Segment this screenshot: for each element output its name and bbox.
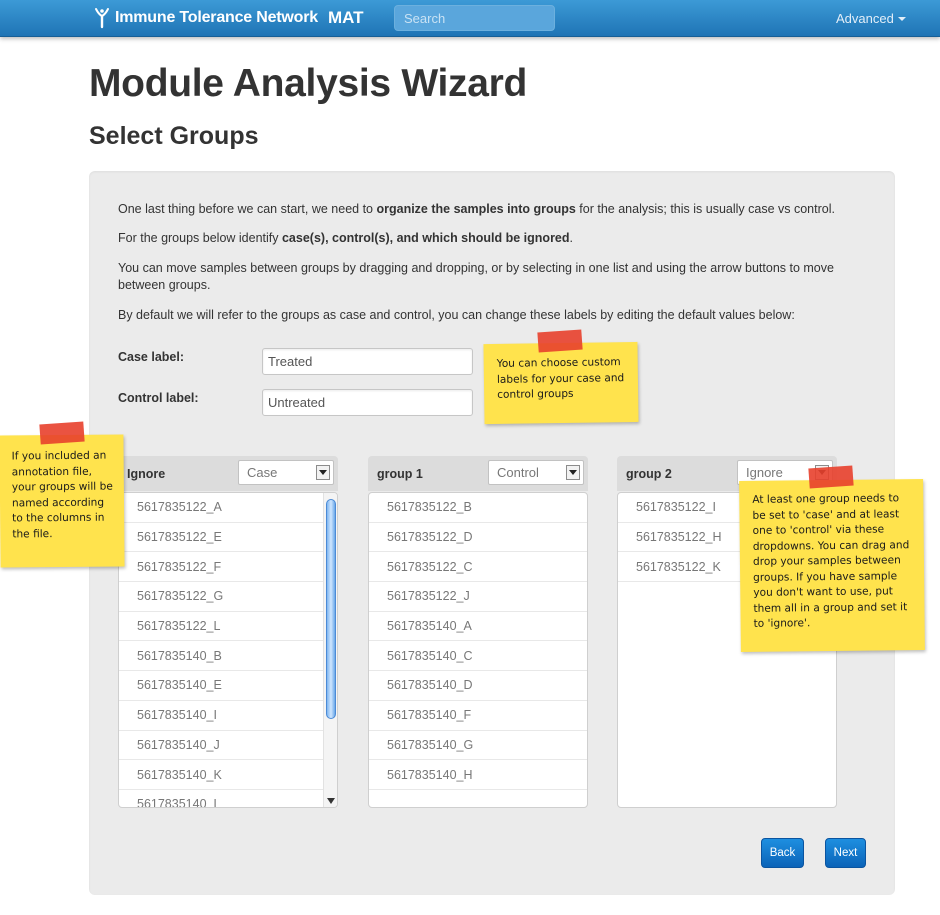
sample-item[interactable]: 5617835140_L [119,790,337,807]
intro-text: for the analysis; this is usually case v… [575,202,835,216]
scrollbar-thumb[interactable] [326,499,336,719]
navbar: Immune Tolerance Network MAT Advanced [0,0,940,37]
sample-item[interactable]: 5617835122_B [369,493,587,523]
sample-list-ignore[interactable]: 5617835122_A 5617835122_E 5617835122_F 5… [118,492,338,808]
advanced-menu-label: Advanced [836,11,894,26]
intro-paragraph-2: For the groups below identify case(s), c… [118,230,858,247]
intro-paragraph-1: One last thing before we can start, we n… [118,201,858,218]
sample-item[interactable]: 5617835140_I [119,701,337,731]
sample-item[interactable]: 5617835122_D [369,523,587,553]
help-note-text: You can choose custom labels for your ca… [496,356,625,401]
tape-decoration [39,421,85,445]
intro-paragraph-3: You can move samples between groups by d… [118,261,834,292]
group-type-select[interactable]: Control [488,460,584,485]
sample-item[interactable]: 5617835122_F [119,552,337,583]
itn-logo-icon [95,8,109,29]
help-note-text: If you included an annotation file, your… [11,449,113,540]
group-header-ignore: Ignore Case [118,456,338,491]
group-name: Ignore [127,467,166,481]
sample-item[interactable]: 5617835122_L [119,612,337,642]
brand[interactable]: Immune Tolerance Network MAT [94,6,364,30]
group-name: group 1 [377,467,423,481]
next-button[interactable]: Next [825,838,866,868]
group-type-select[interactable]: Case [238,460,334,485]
brand-name: Immune Tolerance Network [115,9,318,26]
page-title: Module Analysis Wizard [89,62,528,105]
sample-item[interactable]: 5617835122_G [119,582,337,612]
sample-item[interactable]: 5617835140_G [369,731,587,761]
case-label-input[interactable] [262,348,473,375]
sample-item[interactable]: 5617835140_C [369,641,587,672]
advanced-menu[interactable]: Advanced [836,11,906,26]
case-label-label: Case label: [118,350,185,364]
group-header-group-1: group 1 Control [368,456,588,491]
caret-down-icon [897,17,906,21]
sample-item[interactable]: 5617835140_H [369,760,587,790]
help-note-text: At least one group needs to be set to 'c… [752,492,910,630]
brand-app-name: MAT [327,8,364,27]
intro-text: One last thing before we can start, we n… [118,202,377,216]
sample-item[interactable]: 5617835140_E [119,671,337,701]
dropdown-arrow-icon [566,465,580,480]
intro-paragraph-4: By default we will refer to the groups a… [118,308,795,322]
sample-item[interactable]: 5617835140_B [119,641,337,672]
control-label-input[interactable] [262,389,473,416]
group-type-value: Ignore [746,465,783,480]
sample-item[interactable]: 5617835122_E [119,523,337,553]
back-button[interactable]: Back [761,838,804,868]
dropdown-arrow-icon [316,465,330,480]
tape-decoration [537,329,583,353]
group-type-value: Case [247,465,278,480]
help-note-groups: At least one group needs to be set to 'c… [739,479,925,652]
sample-item[interactable]: 5617835140_K [119,760,337,790]
sample-item[interactable]: 5617835122_C [369,552,587,583]
sample-list-group-1[interactable]: 5617835122_B 5617835122_D 5617835122_C 5… [368,492,588,808]
list-scrollbar[interactable] [323,493,337,807]
search-input[interactable] [394,5,555,31]
help-note-labels: You can choose custom labels for your ca… [483,341,639,425]
group-name: group 2 [626,467,672,481]
intro-bold-text: organize the samples into groups [376,202,576,216]
scroll-down-arrow-icon[interactable] [327,798,335,804]
intro-text: For the groups below identify [118,231,282,245]
sample-item[interactable]: 5617835140_D [369,671,587,701]
sample-item[interactable]: 5617835140_A [369,612,587,642]
sample-item[interactable]: 5617835140_F [369,701,587,731]
sample-item[interactable]: 5617835122_J [369,582,587,612]
intro-text: . [569,231,573,245]
sample-item[interactable]: 5617835140_J [119,731,337,761]
section-title: Select Groups [89,122,259,150]
intro-bold-text: case(s), control(s), and which should be… [281,231,570,245]
help-note-annotation: If you included an annotation file, your… [0,434,125,568]
control-label-label: Control label: [118,391,199,405]
tape-decoration [808,465,854,489]
group-type-value: Control [497,465,539,480]
sample-item[interactable]: 5617835122_A [119,493,337,523]
